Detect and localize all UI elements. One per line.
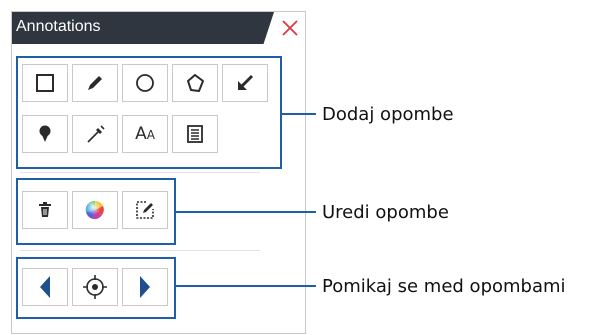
note-icon [187, 125, 203, 143]
pin-tool-button[interactable] [22, 115, 68, 153]
add-callout-line [282, 113, 316, 115]
pen-tool-icon [87, 125, 105, 143]
pin-icon [39, 125, 51, 142]
edit-callout-label: Uredi opombe [322, 202, 449, 223]
target-icon [83, 275, 107, 299]
trash-icon [39, 202, 51, 217]
focus-annotation-button[interactable] [72, 268, 118, 306]
rectangle-icon [36, 74, 54, 92]
navigate-callout-label: Pomikaj se med opombami [322, 276, 566, 297]
previous-icon [40, 276, 50, 298]
panel-header: Annotations [12, 12, 305, 44]
next-icon [140, 276, 150, 298]
polygon-icon [187, 74, 204, 92]
delete-annotation-button[interactable] [22, 191, 68, 229]
edit-annotation-button[interactable] [122, 191, 168, 229]
close-button[interactable] [278, 16, 302, 40]
next-annotation-button[interactable] [122, 268, 168, 306]
polygon-tool-button[interactable] [172, 64, 218, 102]
color-picker-button[interactable] [72, 191, 118, 229]
pen-tool-button[interactable] [72, 115, 118, 153]
edit-annotations-group [16, 178, 176, 245]
navigate-callout-line [176, 285, 316, 287]
color-wheel-icon [85, 200, 104, 220]
text-icon-large-letter: A [135, 123, 147, 144]
panel-title: Annotations [16, 18, 101, 35]
navigate-annotations-group [16, 257, 176, 319]
text-icon: AA [135, 123, 155, 144]
ellipse-tool-button[interactable] [122, 64, 168, 102]
text-icon-small-letter: A [146, 127, 155, 142]
previous-annotation-button[interactable] [22, 268, 68, 306]
arrow-tool-button[interactable] [222, 64, 268, 102]
pencil-tool-button[interactable] [72, 64, 118, 102]
text-tool-button[interactable]: AA [122, 115, 168, 153]
group-separator [20, 250, 260, 251]
note-tool-button[interactable] [172, 115, 218, 153]
edit-icon [136, 201, 154, 219]
rectangle-tool-button[interactable] [22, 64, 68, 102]
edit-callout-line [176, 211, 316, 213]
add-annotations-group: AA [16, 56, 282, 169]
group-separator [20, 172, 260, 173]
ellipse-icon [136, 74, 154, 92]
close-icon [282, 20, 298, 36]
arrow-icon [238, 74, 254, 90]
pencil-icon [88, 76, 102, 90]
add-callout-label: Dodaj opombe [322, 104, 454, 125]
